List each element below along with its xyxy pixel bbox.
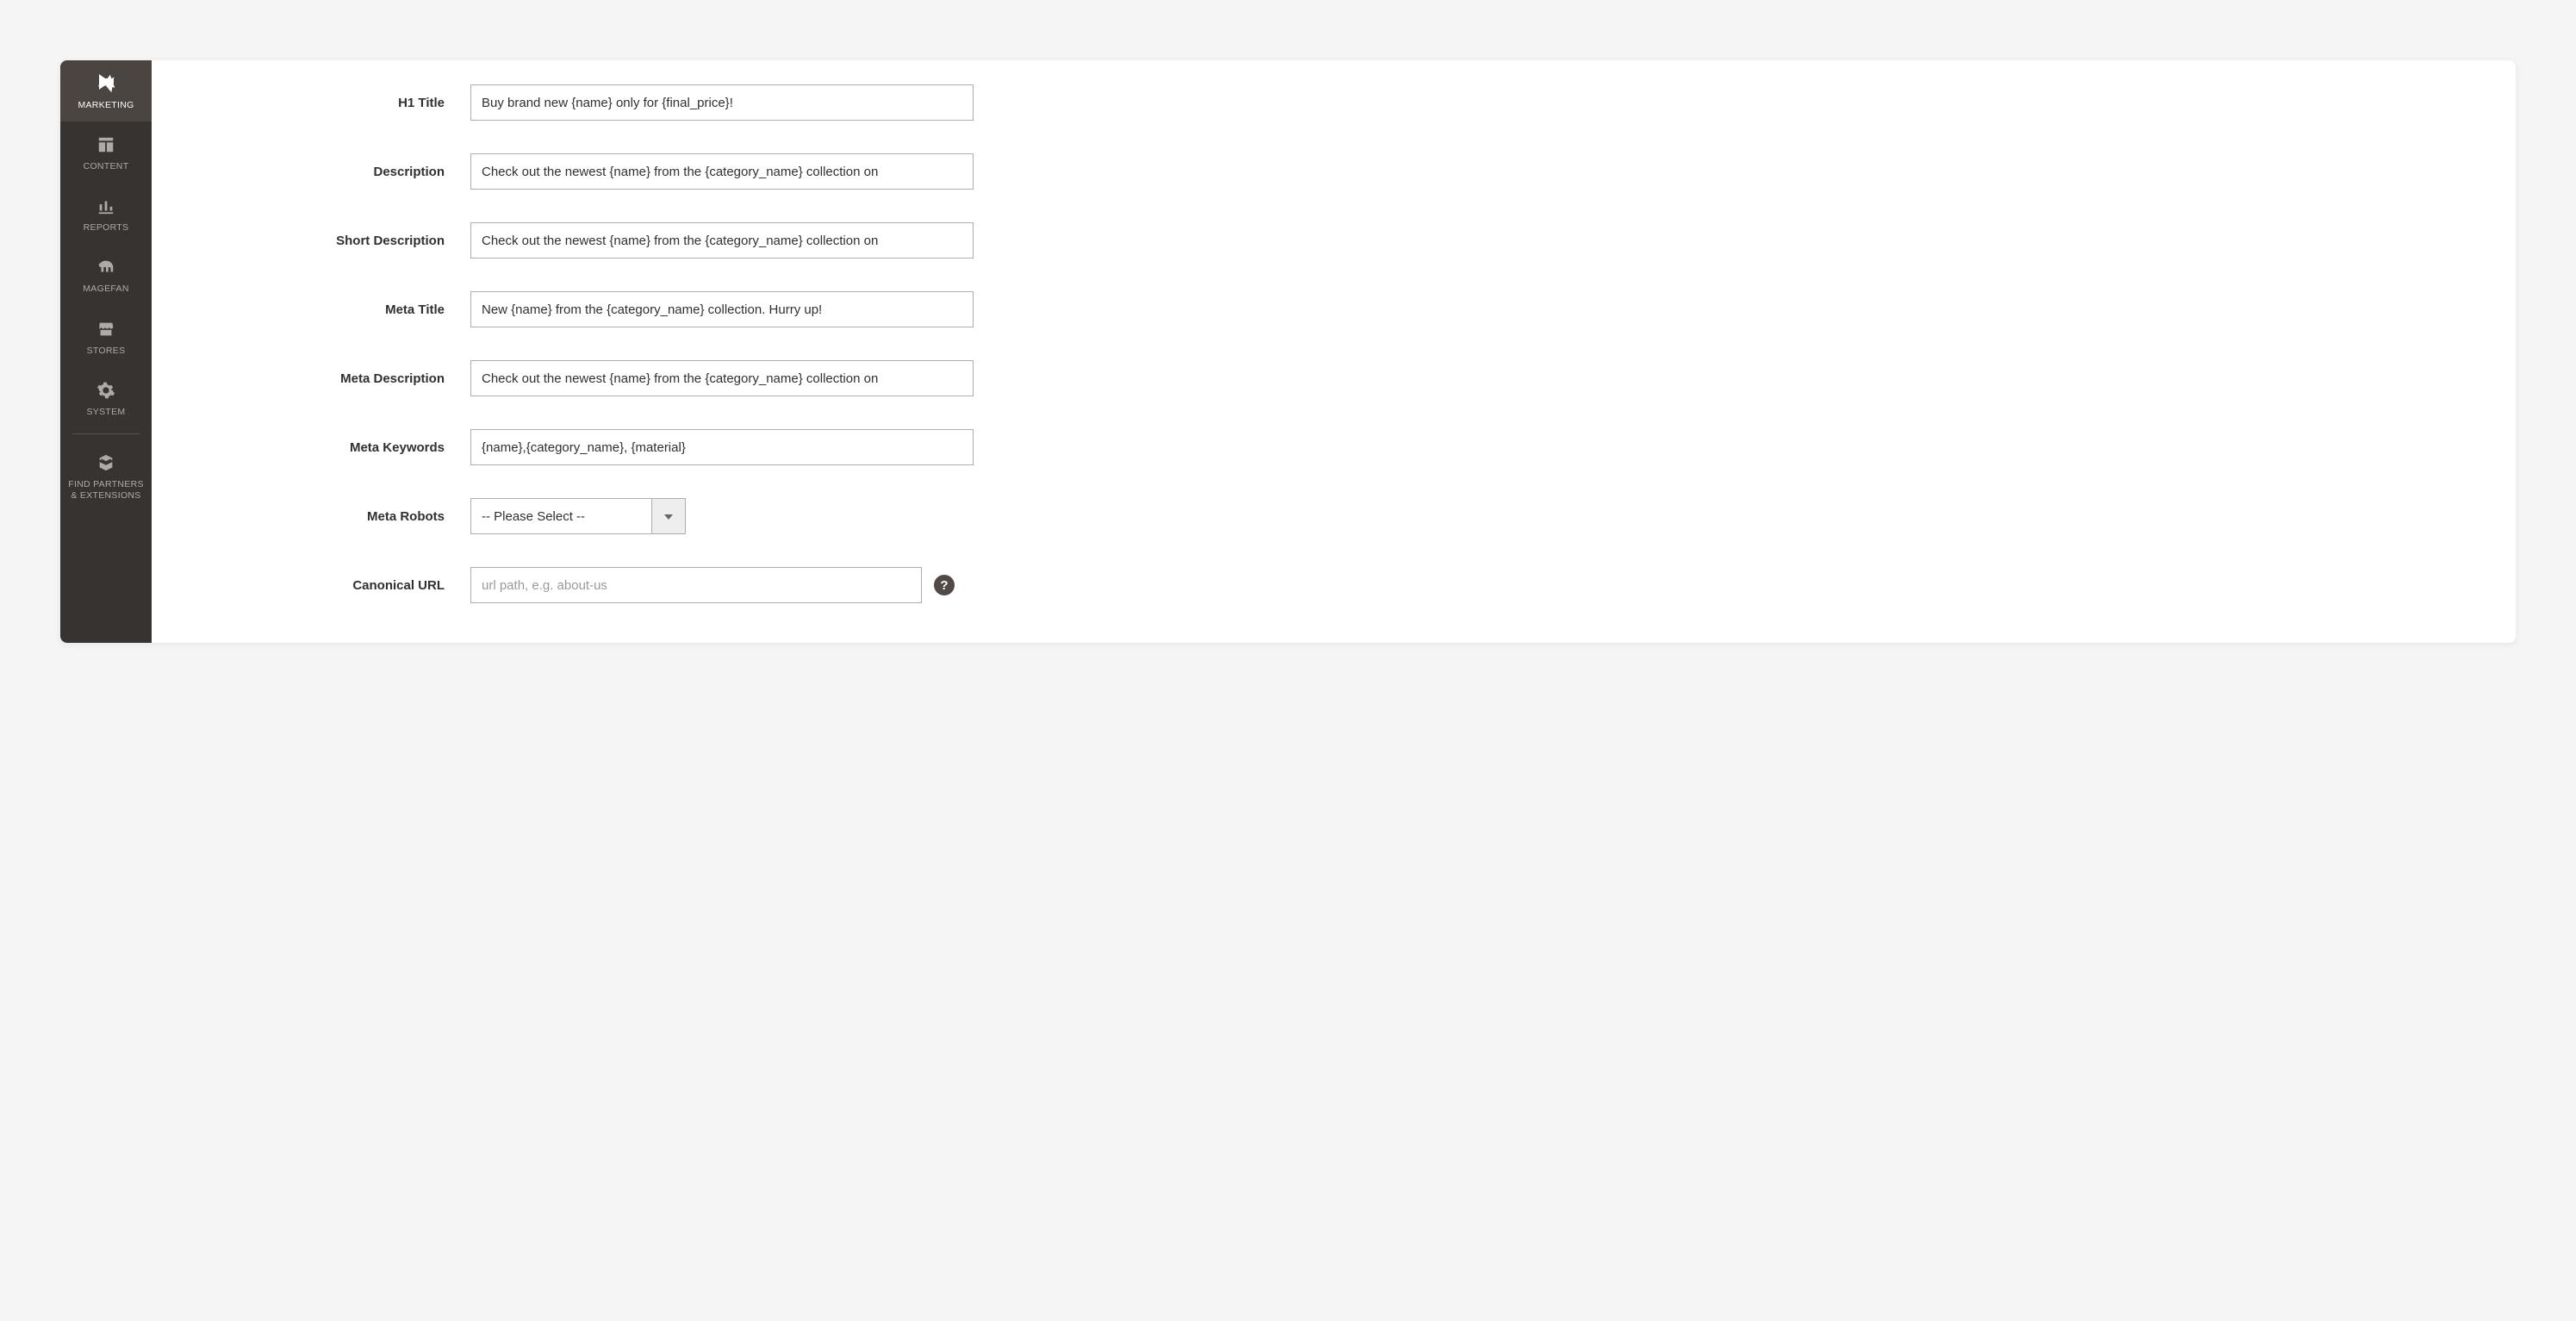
sidebar-label: STORES <box>87 346 126 357</box>
sidebar-item-marketing[interactable]: MARKETING <box>60 60 152 122</box>
layout-icon <box>95 134 117 156</box>
field-row-description: Description <box>186 153 2481 190</box>
label-meta-description: Meta Description <box>186 371 470 386</box>
admin-sidebar: MARKETING CONTENT REPORTS MAGEFAN STORES <box>60 60 152 643</box>
sidebar-label: REPORTS <box>84 222 129 234</box>
input-meta-keywords[interactable] <box>470 429 974 465</box>
field-row-meta-title: Meta Title <box>186 291 2481 327</box>
select-toggle-button[interactable] <box>651 498 686 534</box>
sidebar-item-magefan[interactable]: MAGEFAN <box>60 244 152 305</box>
form-content: H1 Title Description Short Description M… <box>152 60 2516 643</box>
field-row-h1-title: H1 Title <box>186 84 2481 121</box>
sidebar-label: CONTENT <box>84 161 129 172</box>
field-row-meta-description: Meta Description <box>186 360 2481 396</box>
sidebar-label: FIND PARTNERS & EXTENSIONS <box>68 479 144 502</box>
input-meta-description[interactable] <box>470 360 974 396</box>
input-canonical-url[interactable] <box>470 567 922 603</box>
gear-icon <box>95 379 117 402</box>
megaphone-icon <box>95 72 117 95</box>
select-value: -- Please Select -- <box>470 498 651 534</box>
puzzle-icon <box>95 452 117 474</box>
bar-chart-icon <box>95 195 117 217</box>
label-meta-title: Meta Title <box>186 302 470 317</box>
label-meta-keywords: Meta Keywords <box>186 440 470 455</box>
sidebar-item-stores[interactable]: STORES <box>60 306 152 367</box>
input-short-description[interactable] <box>470 222 974 259</box>
input-h1-title[interactable] <box>470 84 974 121</box>
label-meta-robots: Meta Robots <box>186 509 470 524</box>
label-canonical-url: Canonical URL <box>186 578 470 593</box>
label-description: Description <box>186 165 470 179</box>
elephant-icon <box>95 256 117 278</box>
sidebar-item-content[interactable]: CONTENT <box>60 122 152 183</box>
caret-down-icon <box>664 508 673 524</box>
sidebar-item-system[interactable]: SYSTEM <box>60 367 152 428</box>
field-row-meta-robots: Meta Robots -- Please Select -- <box>186 498 2481 534</box>
field-row-canonical-url: Canonical URL ? <box>186 567 2481 603</box>
field-row-meta-keywords: Meta Keywords <box>186 429 2481 465</box>
sidebar-item-reports[interactable]: REPORTS <box>60 183 152 244</box>
help-icon[interactable]: ? <box>934 575 955 595</box>
sidebar-divider <box>72 433 140 434</box>
field-row-short-description: Short Description <box>186 222 2481 259</box>
sidebar-item-partners[interactable]: FIND PARTNERS & EXTENSIONS <box>60 439 152 512</box>
label-h1-title: H1 Title <box>186 96 470 110</box>
label-short-description: Short Description <box>186 234 470 248</box>
sidebar-label: SYSTEM <box>87 407 126 418</box>
input-meta-title[interactable] <box>470 291 974 327</box>
input-description[interactable] <box>470 153 974 190</box>
select-meta-robots[interactable]: -- Please Select -- <box>470 498 686 534</box>
sidebar-label: MAGEFAN <box>83 284 128 295</box>
admin-panel: MARKETING CONTENT REPORTS MAGEFAN STORES <box>60 60 2516 643</box>
store-icon <box>95 318 117 340</box>
sidebar-label: MARKETING <box>78 100 134 111</box>
